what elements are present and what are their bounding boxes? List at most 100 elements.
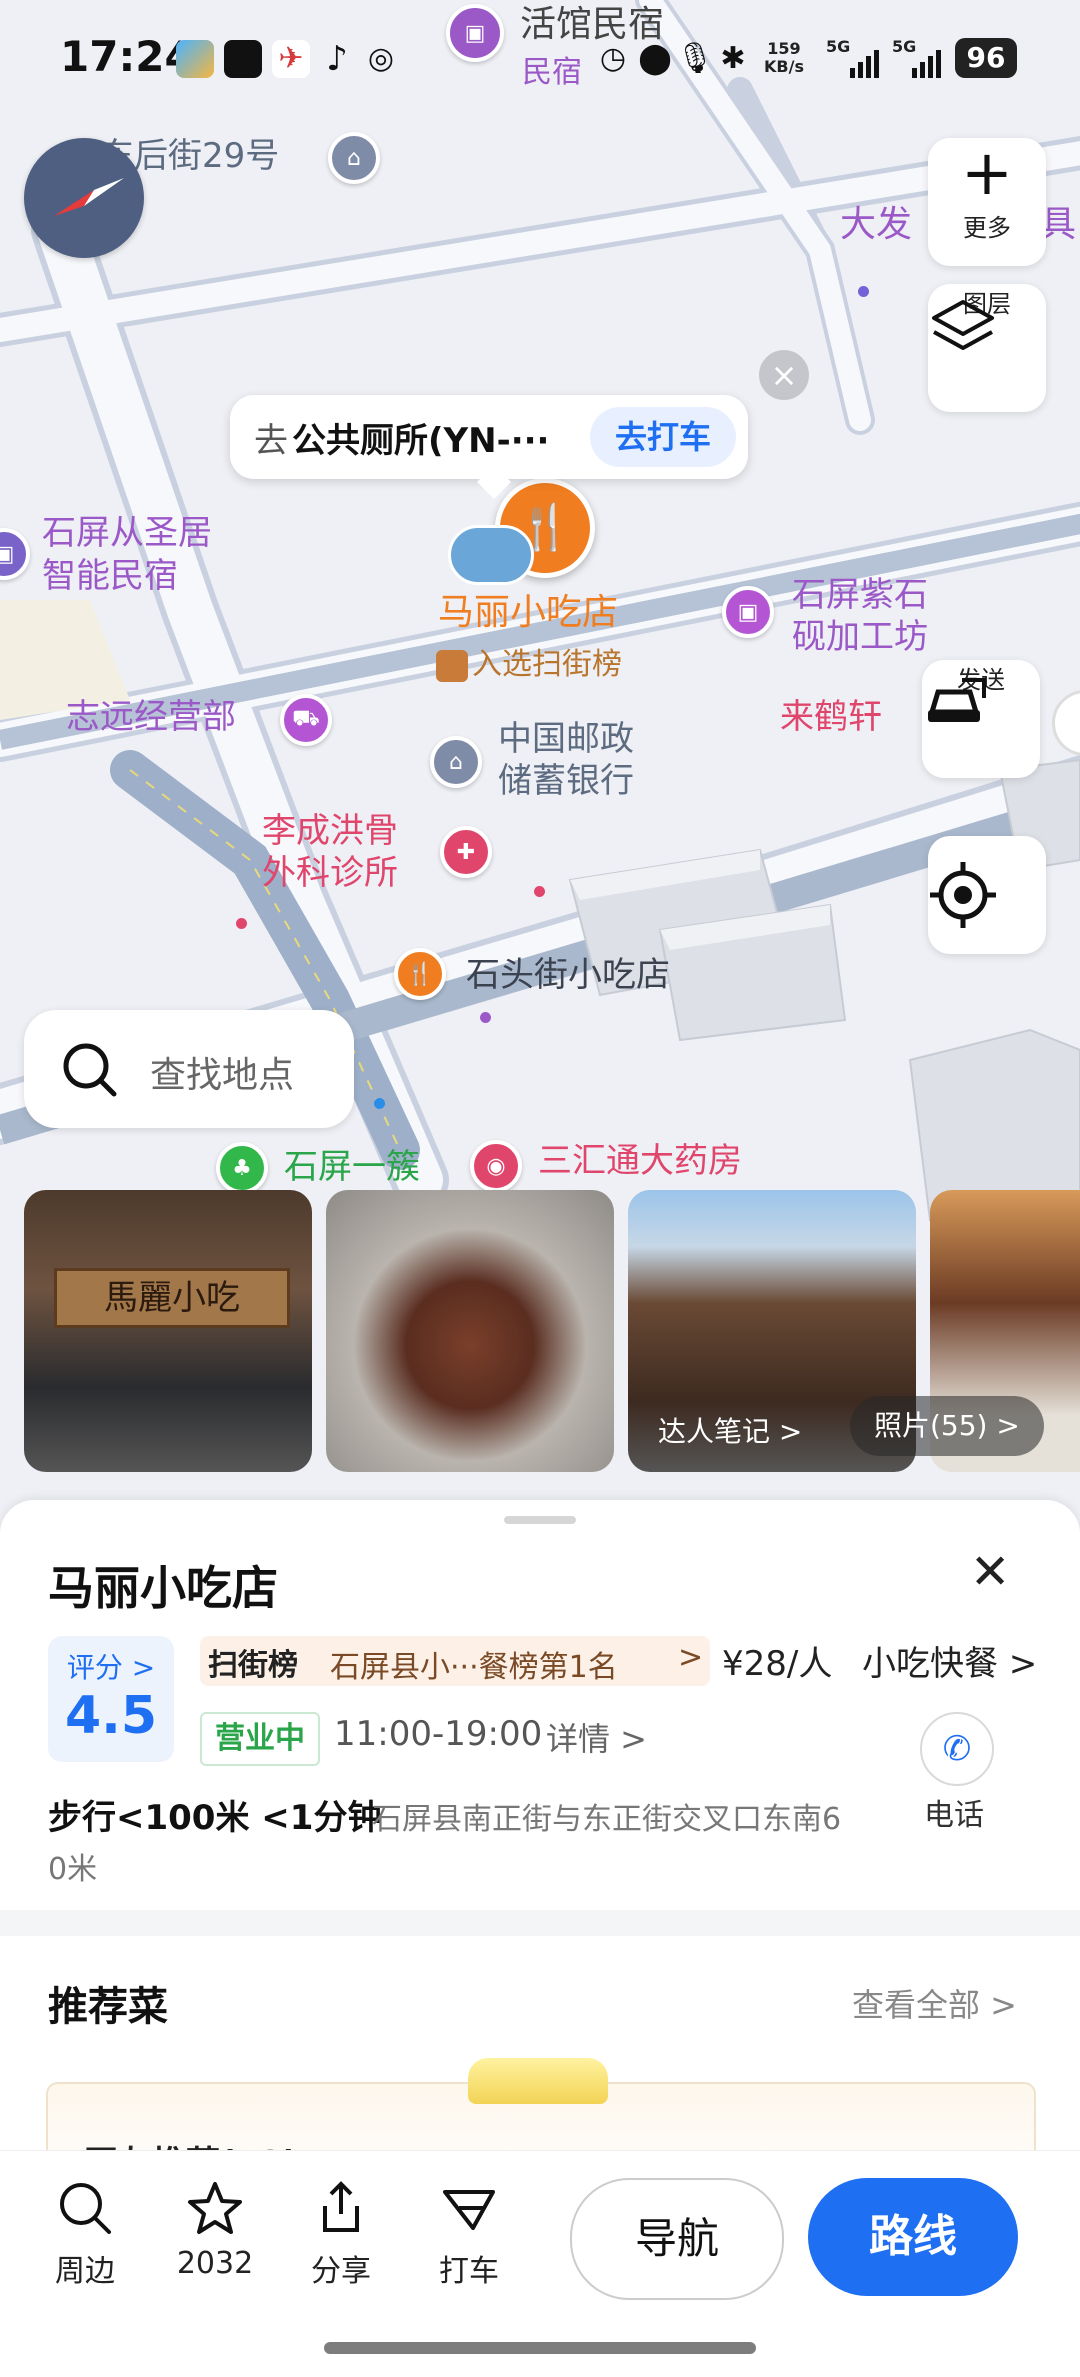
poi-label[interactable]: 志远经营部 (66, 696, 236, 738)
selected-restaurant-badge: 入选扫街榜 (472, 647, 622, 682)
photo-storefront[interactable]: 馬麗小吃 (24, 1190, 312, 1472)
rank-badge-icon (436, 650, 468, 682)
photo-grilled-meat[interactable] (326, 1190, 614, 1472)
map-dot (534, 886, 545, 897)
compass-icon[interactable] (24, 138, 144, 258)
nearby-button[interactable]: 周边 (30, 2178, 140, 2290)
speed-value: 159 (767, 39, 801, 58)
more-label: 更多 (963, 214, 1011, 242)
more-button[interactable]: + 更多 (928, 138, 1046, 266)
map-dot (858, 286, 869, 297)
poi-label[interactable]: 石头街小吃店 (466, 954, 670, 996)
status-bar: 17:24 ✈ ♪ ◎ ◷ ⬤ 🎙 ✱ 159 KB/s 5G 5G 96 (0, 0, 1080, 120)
compass-needle-icon (54, 178, 124, 216)
photos-count-link[interactable]: 照片(55) > (850, 1396, 1044, 1456)
poi-label[interactable]: 中国邮政 (498, 718, 634, 760)
taxi-label: 打车 (439, 2254, 499, 2289)
place-title: 马丽小吃店 (48, 1561, 278, 1615)
share-label: 分享 (311, 2254, 371, 2289)
locate-button[interactable] (928, 836, 1046, 954)
search-icon (63, 1043, 117, 1097)
poi-label[interactable]: 来鹤轩 (780, 696, 882, 738)
poi-label[interactable]: 储蓄银行 (498, 760, 634, 802)
route-bubble[interactable]: 去 公共厕所(YN-··· 去打车 (230, 395, 748, 479)
user-avatar-icon (448, 525, 534, 585)
shop-sign: 馬麗小吃 (54, 1268, 290, 1328)
poi-label[interactable]: 智能民宿 (42, 555, 178, 597)
phone-label: 电话 (924, 1798, 984, 1833)
home-indicator (324, 2342, 756, 2354)
navigate-button[interactable]: 导航 (570, 2178, 784, 2300)
phone-icon: ✆ (942, 1729, 972, 1769)
rank-row[interactable]: 扫街榜 石屏县小···餐榜第1名 > (200, 1636, 710, 1686)
park-pin-icon[interactable]: ♣ (216, 1142, 268, 1194)
poi-label[interactable]: 石屏从圣居 (42, 512, 212, 554)
pharmacy-pin-icon[interactable]: ◉ (470, 1140, 522, 1192)
poi-label[interactable]: 石屏紫石 (792, 574, 928, 616)
search-box[interactable]: 查找地点 (24, 1010, 354, 1128)
poi-label[interactable]: 李成洪骨 (262, 810, 398, 852)
mail-notification-icon (224, 40, 262, 78)
share-button[interactable]: 分享 (286, 2178, 396, 2290)
taxi-button[interactable]: 打车 (414, 2178, 524, 2290)
airline-notification-icon: ✈ (272, 40, 310, 78)
shop-pin-icon[interactable]: ▣ (722, 586, 774, 638)
app-notification-icon (176, 40, 214, 78)
phone-button[interactable]: ✆ (920, 1712, 994, 1786)
address-line-1[interactable]: 石屏县南正街与东正街交叉口东南6 (372, 1794, 841, 1838)
speed-unit: KB/s (764, 57, 804, 76)
rating-value: 4.5 (64, 1686, 158, 1746)
favorite-button[interactable]: 2032 (160, 2178, 270, 2281)
microphone-icon: 🎙 (676, 41, 715, 76)
rating-label: 评分 > (66, 1651, 156, 1684)
close-route-icon[interactable]: × (759, 350, 809, 400)
bank-pin-icon[interactable]: ⌂ (430, 736, 482, 788)
favorite-count: 2032 (176, 2246, 254, 2281)
car-send-icon (928, 678, 986, 722)
landmark-pin-icon[interactable]: ⌂ (328, 132, 380, 184)
drag-handle[interactable] (504, 1516, 576, 1524)
price-per-person: ¥28/人 (722, 1644, 833, 1684)
recommend-title: 推荐菜 (48, 1984, 168, 2030)
section-divider (0, 1910, 1080, 1936)
layers-button[interactable]: 图层 (928, 284, 1046, 412)
poi-label[interactable]: 大发 (840, 204, 912, 246)
tiktok-notification-icon: ♪ (326, 39, 348, 79)
map-dot (236, 918, 247, 929)
selected-restaurant-label[interactable]: 马丽小吃店 (438, 592, 618, 634)
send-to-car-button[interactable]: 发送 (922, 660, 1040, 778)
open-status-badge: 营业中 (200, 1712, 320, 1766)
taxi-flag-icon (443, 2190, 495, 2230)
details-link[interactable]: 详情 > (546, 1714, 647, 1760)
bluetooth-icon: ✱ (720, 41, 746, 76)
network-speed: 159 KB/s (764, 40, 804, 76)
shopping-cart-pin-icon[interactable]: ⛟ (280, 694, 332, 746)
notes-link[interactable]: 达人笔记 > (658, 1410, 802, 1450)
rank-arrow: > (678, 1640, 704, 1675)
clinic-pin-icon[interactable]: ✚ (440, 826, 492, 878)
location-icon: ⬤ (638, 41, 672, 76)
restaurant-pin-icon[interactable]: 🍴 (394, 948, 446, 1000)
close-icon[interactable]: ✕ (970, 1544, 1010, 1600)
search-placeholder: 查找地点 (150, 1055, 295, 1096)
layers-icon (932, 300, 994, 350)
route-button[interactable]: 路线 (808, 2178, 1018, 2296)
address-line-2[interactable]: 0米 (48, 1844, 97, 1888)
clock: 17:24 (60, 32, 194, 81)
star-icon (188, 2182, 242, 2234)
battery-icon: 96 (955, 38, 1017, 78)
take-taxi-button[interactable]: 去打车 (590, 407, 736, 467)
rank-badge: 扫街榜 (208, 1648, 298, 1683)
share-icon (323, 2181, 359, 2232)
see-all-link[interactable]: 查看全部 > (852, 1980, 1017, 2026)
poi-label[interactable]: 三汇通大药房 (538, 1140, 742, 1182)
poi-label[interactable]: 砚加工坊 (792, 616, 928, 658)
rating-card[interactable]: 评分 > 4.5 (48, 1636, 174, 1762)
locate-icon (930, 862, 996, 928)
poi-label[interactable]: 石屏一簇 (284, 1146, 420, 1188)
bubble-destination[interactable]: 公共厕所(YN-··· (292, 413, 549, 462)
opening-hours: 11:00-19:00 (334, 1714, 543, 1754)
category-link[interactable]: 小吃快餐 > (862, 1636, 1037, 1685)
poi-label[interactable]: 外科诊所 (262, 852, 398, 894)
signal-bars-2-icon (912, 50, 941, 78)
